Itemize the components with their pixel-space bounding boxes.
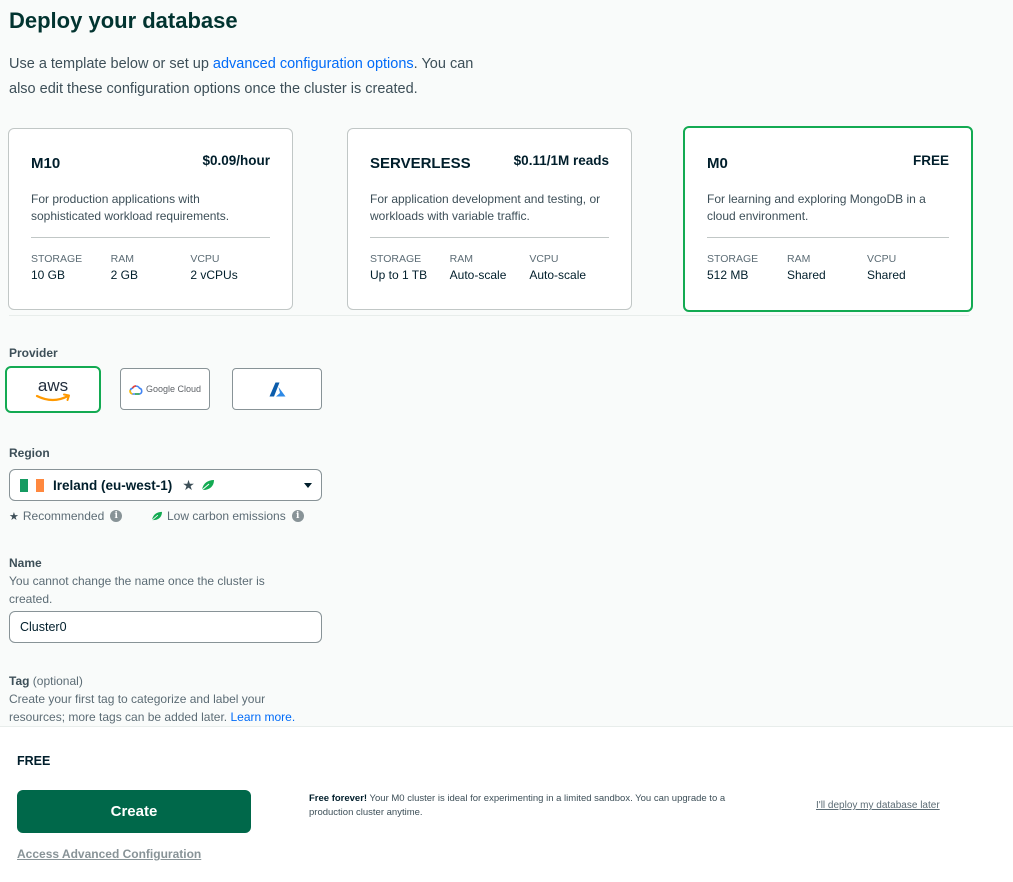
tier-divider bbox=[31, 237, 270, 238]
section-divider bbox=[9, 315, 969, 316]
tier-description: For application development and testing,… bbox=[370, 192, 601, 223]
spec-value: 512 MB bbox=[707, 268, 749, 282]
spec-value: Auto-scale bbox=[449, 268, 507, 282]
spec-value: Shared bbox=[787, 268, 826, 282]
low-carbon-text: Low carbon emissions bbox=[167, 509, 286, 523]
spec-label: vCPU bbox=[867, 253, 897, 265]
tier-name: M10 bbox=[31, 155, 61, 172]
tier-description: For learning and exploring MongoDB in a … bbox=[707, 192, 926, 223]
spec-label: STORAGE bbox=[370, 253, 422, 265]
tier-price: $0.09/hour bbox=[202, 153, 270, 168]
tier-price: FREE bbox=[912, 153, 949, 168]
name-label: Name bbox=[9, 556, 42, 570]
legend-low-carbon: Low carbon emissions i bbox=[151, 509, 304, 523]
provider-azure-button[interactable] bbox=[232, 368, 322, 410]
provider-google-cloud-button[interactable]: Google Cloud bbox=[120, 368, 210, 410]
spec-label: RAM bbox=[449, 253, 474, 265]
footer-note: Free forever! Your M0 cluster is ideal f… bbox=[309, 792, 729, 820]
intro-text-start: Use a template below or set up bbox=[9, 56, 213, 72]
spec-value: 10 GB bbox=[31, 268, 66, 282]
provider-aws-button[interactable]: aws bbox=[5, 366, 101, 413]
page-title: Deploy your database bbox=[9, 8, 238, 33]
google-cloud-label: Google Cloud bbox=[145, 384, 202, 394]
aws-logo-icon: aws bbox=[35, 376, 70, 401]
star-icon: ★ bbox=[9, 510, 19, 523]
cluster-name-input[interactable] bbox=[9, 611, 322, 643]
region-label: Region bbox=[9, 446, 50, 460]
spec-value: Shared bbox=[867, 268, 906, 282]
tier-divider bbox=[370, 237, 609, 238]
spec-value: Auto-scale bbox=[529, 268, 587, 282]
spec-value: 2 vCPUs bbox=[190, 268, 238, 282]
footer-note-text: Your M0 cluster is ideal for experimenti… bbox=[309, 793, 726, 818]
spec-value: 2 GB bbox=[110, 268, 139, 282]
spec-ram: RAM Shared bbox=[787, 253, 867, 282]
spec-storage: STORAGE Up to 1 TB bbox=[370, 253, 450, 282]
spec-vcpu: vCPU Auto-scale bbox=[529, 253, 609, 282]
name-helper-text: You cannot change the name once the clus… bbox=[9, 574, 265, 606]
info-icon[interactable]: i bbox=[291, 510, 304, 522]
spec-label: STORAGE bbox=[31, 253, 83, 265]
aws-logo-text: aws bbox=[38, 376, 68, 395]
star-icon: ★ bbox=[182, 476, 195, 493]
intro-text: Use a template below or set up advanced … bbox=[9, 52, 489, 102]
tier-card-serverless[interactable]: SERVERLESS $0.11/1M reads For applicatio… bbox=[347, 128, 632, 310]
ireland-flag-icon bbox=[20, 478, 44, 492]
spec-vcpu: vCPU Shared bbox=[867, 253, 947, 282]
learn-more-link[interactable]: Learn more. bbox=[230, 710, 295, 724]
tag-helper-text: Create your first tag to categorize and … bbox=[9, 690, 309, 726]
provider-label: Provider bbox=[9, 346, 58, 360]
deploy-later-link[interactable]: I'll deploy my database later bbox=[816, 800, 940, 811]
spec-label: vCPU bbox=[190, 253, 220, 265]
spec-label: STORAGE bbox=[707, 253, 759, 265]
region-select[interactable]: Ireland (eu-west-1) ★ bbox=[9, 469, 322, 501]
leaf-icon bbox=[151, 511, 162, 521]
footer-bar: FREE Create Free forever! Your M0 cluste… bbox=[0, 726, 1013, 882]
recommended-text: Recommended bbox=[22, 509, 105, 523]
tier-description: For production applications with sophist… bbox=[31, 192, 230, 223]
spec-label: vCPU bbox=[529, 253, 559, 265]
tag-optional-text: (optional) bbox=[29, 674, 83, 688]
tag-helper-body: Create your first tag to categorize and … bbox=[9, 692, 266, 724]
spec-ram: RAM Auto-scale bbox=[450, 253, 530, 282]
tag-label-text: Tag bbox=[9, 674, 30, 688]
tag-label: Tag (optional) bbox=[9, 674, 83, 688]
info-icon[interactable]: i bbox=[110, 510, 123, 522]
tier-card-m10[interactable]: M10 $0.09/hour For production applicatio… bbox=[8, 128, 293, 310]
tier-name: SERVERLESS bbox=[370, 155, 471, 172]
tier-divider bbox=[707, 237, 949, 238]
google-cloud-logo-icon bbox=[129, 384, 143, 395]
tier-card-m0[interactable]: M0 FREE For learning and exploring Mongo… bbox=[683, 126, 973, 312]
region-selected-value: Ireland (eu-west-1) bbox=[53, 477, 173, 493]
spec-storage: STORAGE 10 GB bbox=[31, 253, 111, 282]
advanced-configuration-footer-link[interactable]: Access Advanced Configuration bbox=[17, 847, 201, 861]
tier-name: M0 bbox=[707, 155, 728, 172]
create-button[interactable]: Create bbox=[17, 790, 251, 833]
spec-label: RAM bbox=[787, 253, 811, 265]
spec-storage: STORAGE 512 MB bbox=[707, 253, 787, 282]
spec-value: Up to 1 TB bbox=[370, 268, 428, 282]
legend-recommended: ★ Recommended i bbox=[9, 509, 123, 523]
spec-ram: RAM 2 GB bbox=[111, 253, 191, 282]
footer-tier-label: FREE bbox=[17, 754, 51, 768]
footer-note-bold: Free forever! bbox=[309, 793, 368, 804]
tier-price: $0.11/1M reads bbox=[513, 153, 609, 168]
spec-label: RAM bbox=[110, 253, 135, 265]
azure-logo-icon bbox=[269, 382, 285, 396]
leaf-icon bbox=[201, 480, 214, 491]
advanced-configuration-link[interactable]: advanced configuration options bbox=[213, 56, 414, 72]
spec-vcpu: vCPU 2 vCPUs bbox=[190, 253, 270, 282]
chevron-down-icon bbox=[304, 483, 312, 488]
